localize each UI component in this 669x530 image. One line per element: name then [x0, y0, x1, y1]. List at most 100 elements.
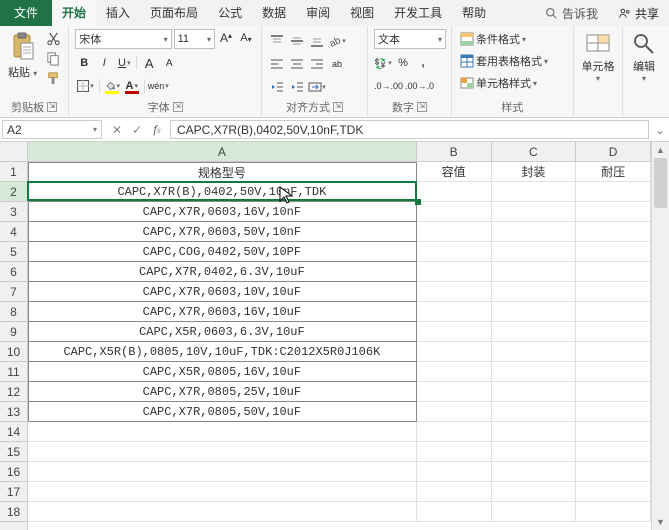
cell-C5[interactable]: [492, 242, 577, 262]
tab-视图[interactable]: 视图: [340, 0, 384, 26]
cell-A17[interactable]: [28, 482, 417, 502]
increase-font-button[interactable]: A▴: [217, 29, 235, 47]
shrink-font-icon-a[interactable]: A: [160, 54, 178, 72]
cell-C18[interactable]: [492, 502, 577, 522]
cell-A12[interactable]: CAPC,X7R,0805,25V,10uF: [28, 382, 417, 402]
cell-C8[interactable]: [492, 302, 577, 322]
format-painter-button[interactable]: [43, 69, 63, 87]
cell-D4[interactable]: [576, 222, 651, 242]
cell-B8[interactable]: [417, 302, 492, 322]
cell-D3[interactable]: [576, 202, 651, 222]
tab-审阅[interactable]: 审阅: [296, 0, 340, 26]
decrease-decimal-button[interactable]: .00→.0: [405, 77, 434, 95]
cell-C10[interactable]: [492, 342, 577, 362]
cell-B13[interactable]: [417, 402, 492, 422]
cell-A11[interactable]: CAPC,X5R,0805,16V,10uF: [28, 362, 417, 382]
borders-button[interactable]: ▾: [75, 77, 96, 95]
cell-B11[interactable]: [417, 362, 492, 382]
share-button[interactable]: 共享: [608, 0, 669, 26]
cell-A3[interactable]: CAPC,X7R,0603,16V,10nF: [28, 202, 417, 222]
cell-B18[interactable]: [417, 502, 492, 522]
row-header-13[interactable]: 13: [0, 402, 27, 422]
cell-D14[interactable]: [576, 422, 651, 442]
phonetic-button[interactable]: wén▾: [148, 77, 169, 95]
cell-B17[interactable]: [417, 482, 492, 502]
cell-A4[interactable]: CAPC,X7R,0603,50V,10nF: [28, 222, 417, 242]
increase-indent-button[interactable]: [288, 78, 306, 96]
cell-D9[interactable]: [576, 322, 651, 342]
cell-A9[interactable]: CAPC,X5R,0603,6.3V,10uF: [28, 322, 417, 342]
cell-C17[interactable]: [492, 482, 577, 502]
cell-C4[interactable]: [492, 222, 577, 242]
row-header-14[interactable]: 14: [0, 422, 27, 442]
cell-B1[interactable]: 容值: [417, 162, 492, 182]
expand-formula-bar-button[interactable]: ⌄: [651, 118, 669, 141]
cell-D12[interactable]: [576, 382, 651, 402]
cell-A13[interactable]: CAPC,X7R,0805,50V,10uF: [28, 402, 417, 422]
cell-B3[interactable]: [417, 202, 492, 222]
cell-B16[interactable]: [417, 462, 492, 482]
cell-A1[interactable]: 规格型号: [28, 162, 417, 182]
font-dialog-launcher[interactable]: ⇲: [173, 102, 183, 112]
number-format-combo[interactable]: 文本▾: [374, 29, 446, 49]
cells-button[interactable]: 单元格▾: [580, 29, 617, 85]
fill-color-button[interactable]: ▾: [103, 77, 121, 95]
cell-D6[interactable]: [576, 262, 651, 282]
row-header-3[interactable]: 3: [0, 202, 27, 222]
cell-B9[interactable]: [417, 322, 492, 342]
cell-D16[interactable]: [576, 462, 651, 482]
scroll-down-button[interactable]: ▼: [652, 514, 669, 530]
tab-插入[interactable]: 插入: [96, 0, 140, 26]
scroll-up-button[interactable]: ▲: [652, 142, 669, 158]
underline-button[interactable]: U▾: [115, 54, 133, 72]
grow-font-icon-a[interactable]: A: [140, 54, 158, 72]
row-header-1[interactable]: 1: [0, 162, 27, 182]
copy-button[interactable]: [43, 49, 63, 67]
cell-D1[interactable]: 耐压: [576, 162, 651, 182]
cell-B15[interactable]: [417, 442, 492, 462]
column-header-A[interactable]: A: [28, 142, 417, 161]
font-color-button[interactable]: A▾: [123, 77, 141, 95]
cell-A7[interactable]: CAPC,X7R,0603,10V,10uF: [28, 282, 417, 302]
align-top-button[interactable]: [268, 32, 286, 50]
row-header-12[interactable]: 12: [0, 382, 27, 402]
tab-file[interactable]: 文件: [0, 0, 52, 26]
row-header-10[interactable]: 10: [0, 342, 27, 362]
cell-D8[interactable]: [576, 302, 651, 322]
cell-C7[interactable]: [492, 282, 577, 302]
percent-button[interactable]: %: [394, 54, 412, 72]
tab-数据[interactable]: 数据: [252, 0, 296, 26]
formula-input[interactable]: CAPC,X7R(B),0402,50V,10nF,TDK: [170, 120, 649, 139]
row-header-5[interactable]: 5: [0, 242, 27, 262]
select-all-corner[interactable]: [0, 142, 28, 162]
comma-button[interactable]: ,: [414, 54, 432, 72]
row-header-18[interactable]: 18: [0, 502, 27, 522]
cell-C15[interactable]: [492, 442, 577, 462]
number-dialog-launcher[interactable]: ⇲: [417, 102, 427, 112]
cell-B2[interactable]: [417, 182, 492, 202]
cell-C6[interactable]: [492, 262, 577, 282]
row-header-16[interactable]: 16: [0, 462, 27, 482]
orientation-button[interactable]: ab▾: [328, 32, 346, 50]
conditional-format-button[interactable]: 条件格式▾: [458, 29, 567, 49]
cell-D15[interactable]: [576, 442, 651, 462]
cell-B6[interactable]: [417, 262, 492, 282]
cell-C2[interactable]: [492, 182, 577, 202]
name-box[interactable]: A2▾: [2, 120, 102, 139]
cell-C3[interactable]: [492, 202, 577, 222]
cell-D10[interactable]: [576, 342, 651, 362]
align-center-button[interactable]: [288, 55, 306, 73]
cell-B5[interactable]: [417, 242, 492, 262]
cell-A10[interactable]: CAPC,X5R(B),0805,10V,10uF,TDK:C2012X5R0J…: [28, 342, 417, 362]
clipboard-dialog-launcher[interactable]: ⇲: [47, 102, 57, 112]
alignment-dialog-launcher[interactable]: ⇲: [333, 102, 343, 112]
cell-C1[interactable]: 封装: [492, 162, 577, 182]
cell-styles-button[interactable]: 单元格样式▾: [458, 73, 567, 93]
align-right-button[interactable]: [308, 55, 326, 73]
row-header-15[interactable]: 15: [0, 442, 27, 462]
tab-开发工具[interactable]: 开发工具: [384, 0, 452, 26]
row-header-6[interactable]: 6: [0, 262, 27, 282]
column-header-D[interactable]: D: [576, 142, 651, 161]
paste-button[interactable]: 粘贴 ▾: [6, 29, 39, 82]
cell-D5[interactable]: [576, 242, 651, 262]
